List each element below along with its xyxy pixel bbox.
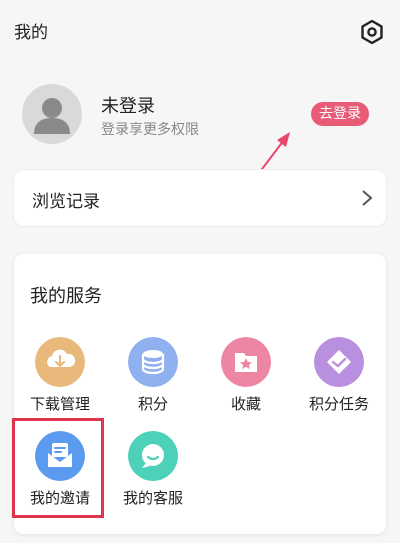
service-label: 我的客服 — [122, 489, 183, 507]
profile-section[interactable]: 未登录 登录享更多权限 去登录 — [0, 78, 400, 158]
star-folder-icon — [221, 337, 271, 387]
download-cloud-icon — [35, 337, 85, 387]
service-favorites[interactable]: 收藏 — [200, 337, 292, 417]
service-label: 下载管理 — [29, 395, 90, 413]
diamond-tag-icon — [314, 337, 364, 387]
chevron-right-icon — [362, 190, 373, 206]
services-title: 我的服务 — [30, 286, 102, 307]
coins-stack-icon — [128, 337, 178, 387]
username: 未登录 — [101, 96, 155, 117]
login-button[interactable]: 去登录 — [311, 102, 369, 126]
service-points-tasks[interactable]: 积分任务 — [293, 337, 385, 417]
chat-bubble-icon — [128, 431, 178, 481]
service-customer-service[interactable]: 我的客服 — [107, 431, 199, 511]
settings-icon[interactable] — [358, 18, 386, 46]
avatar[interactable] — [22, 84, 82, 144]
login-hint: 登录享更多权限 — [101, 122, 199, 138]
service-label: 积分任务 — [308, 395, 369, 413]
service-label: 积分 — [137, 395, 168, 413]
service-download-manager[interactable]: 下载管理 — [14, 337, 106, 417]
service-points[interactable]: 积分 — [107, 337, 199, 417]
browsing-history-row[interactable]: 浏览记录 — [14, 170, 386, 226]
user-silhouette-icon — [34, 98, 70, 134]
highlight-box — [12, 418, 104, 518]
service-label: 收藏 — [230, 395, 261, 413]
browsing-history-label: 浏览记录 — [32, 192, 100, 212]
page-title: 我的 — [14, 23, 48, 43]
header: 我的 — [0, 0, 400, 62]
